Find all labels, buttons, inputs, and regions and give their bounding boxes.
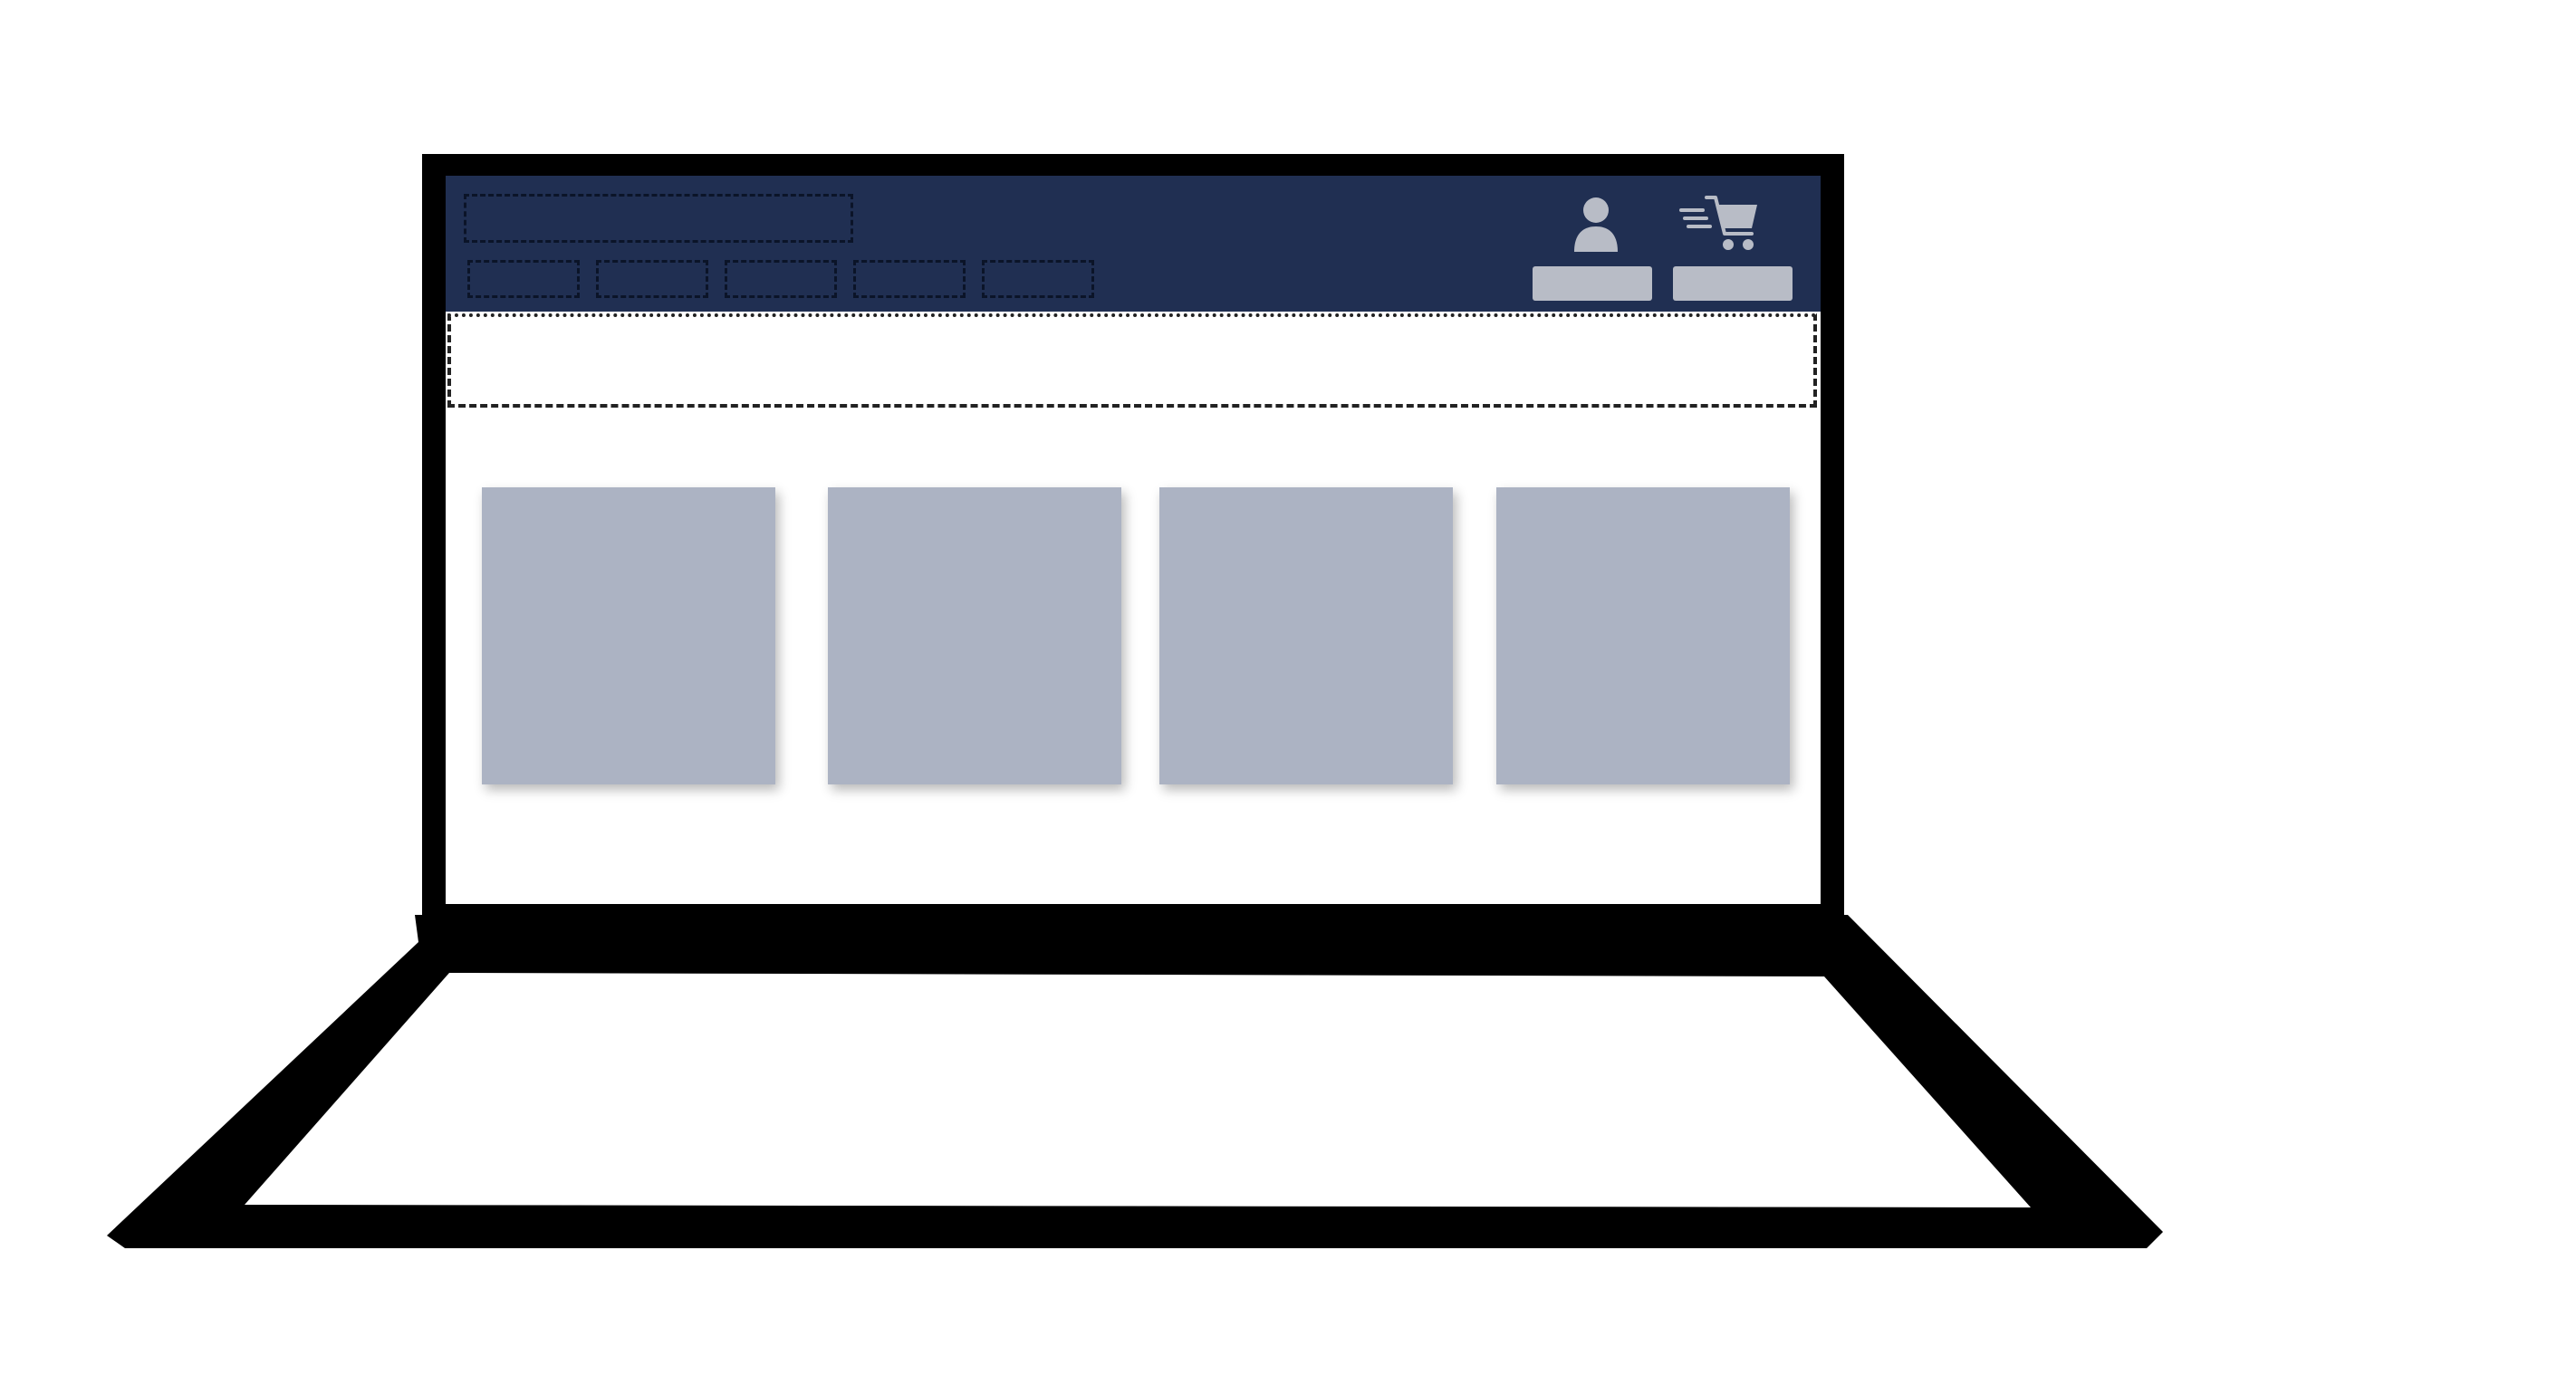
nav-item[interactable] — [596, 260, 708, 298]
main-navigation — [467, 260, 1094, 298]
hero-banner-placeholder[interactable] — [447, 313, 1817, 408]
browser-screen — [446, 176, 1821, 904]
nav-item[interactable] — [467, 260, 580, 298]
product-card[interactable] — [1496, 487, 1790, 784]
nav-item[interactable] — [853, 260, 966, 298]
shopping-cart-icon[interactable] — [1679, 192, 1761, 254]
product-card[interactable] — [1159, 487, 1453, 784]
product-card[interactable] — [482, 487, 775, 784]
nav-item[interactable] — [725, 260, 837, 298]
laptop-keyboard-area — [245, 973, 2031, 1207]
user-icon[interactable] — [1569, 194, 1623, 255]
logo-placeholder[interactable] — [464, 194, 853, 243]
nav-item[interactable] — [982, 260, 1094, 298]
laptop-hinge — [426, 909, 1839, 973]
cart-button[interactable] — [1673, 266, 1793, 301]
account-button[interactable] — [1533, 266, 1652, 301]
product-card[interactable] — [828, 487, 1121, 784]
product-grid — [482, 487, 1790, 786]
